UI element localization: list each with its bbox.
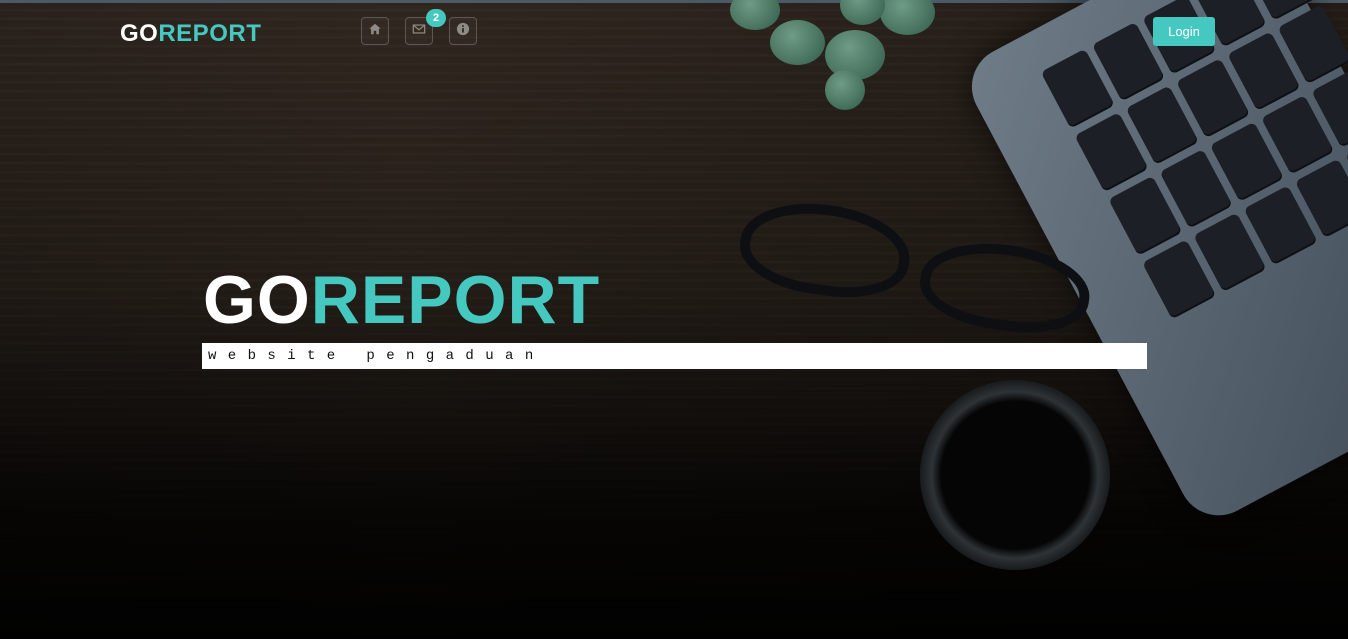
glasses-image (700, 193, 1100, 342)
info-button[interactable] (449, 17, 477, 45)
login-button[interactable]: Login (1153, 17, 1215, 46)
hero-title-part1: GO (203, 262, 311, 338)
hero-title: GOREPORT (203, 262, 600, 338)
brand-logo[interactable]: GOREPORT (120, 20, 261, 48)
brand-logo-part2: REPORT (158, 20, 262, 47)
home-button[interactable] (361, 17, 389, 45)
home-icon (368, 22, 382, 41)
hero-title-part2: REPORT (310, 262, 601, 338)
info-icon (456, 22, 470, 41)
brand-logo-part1: GO (120, 20, 159, 47)
plant-image (730, 0, 950, 120)
envelope-icon (412, 22, 426, 41)
hero-subtitle: website pengaduan (202, 343, 1147, 369)
notification-badge: 2 (426, 9, 446, 27)
messages-button[interactable]: 2 (405, 9, 446, 45)
nav-icon-group: 2 (361, 9, 477, 45)
coffee-mug-image (920, 380, 1110, 570)
